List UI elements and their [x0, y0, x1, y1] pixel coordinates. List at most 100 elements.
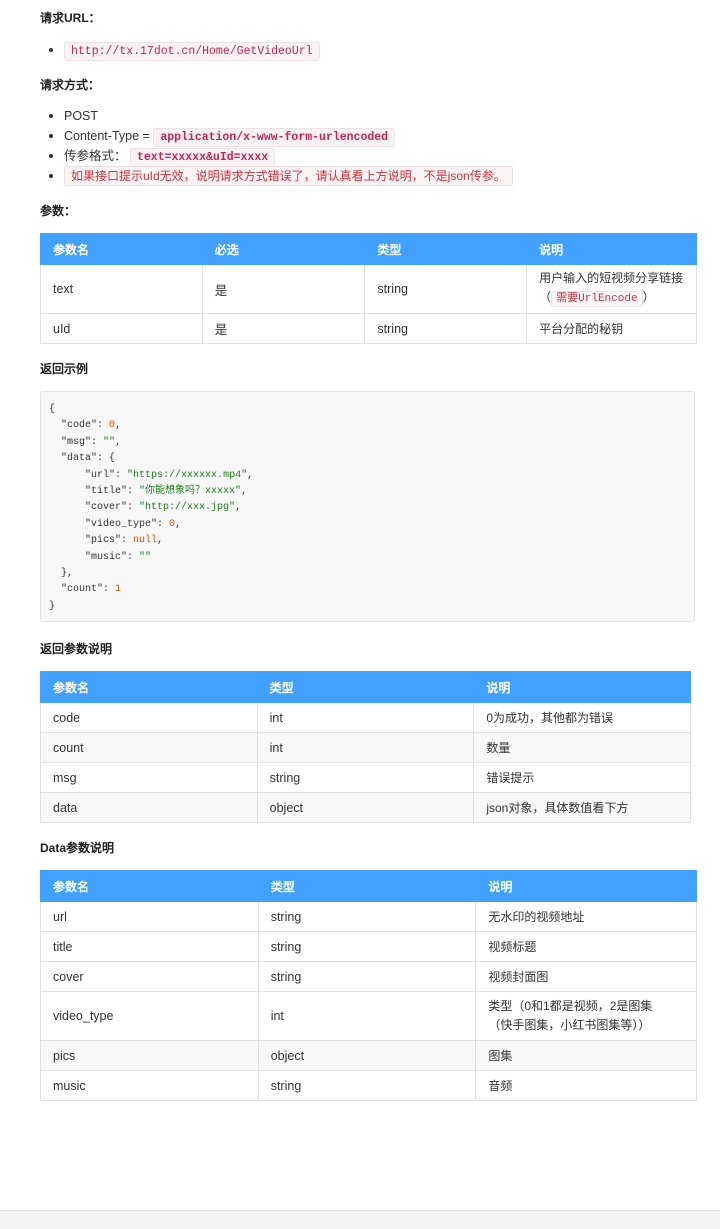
json-key: "url" [85, 469, 116, 481]
format-label: 传参格式： [64, 149, 127, 163]
data-desc: 音频 [475, 1070, 697, 1101]
data-params-heading: Data参数说明 [40, 841, 115, 855]
data-type: string [257, 901, 477, 932]
return-col-desc: 说明 [473, 671, 691, 703]
request-method-list: POST Content-Type = application/x-www-fo… [40, 106, 513, 186]
return-type: int [256, 702, 475, 733]
param-name: text [40, 264, 203, 314]
param-required: 是 [201, 264, 366, 314]
json-key: "pics" [85, 535, 122, 547]
return-params-heading: 返回参数说明 [40, 642, 113, 656]
data-col-type: 类型 [257, 870, 477, 902]
json-value: 0 [109, 420, 116, 432]
data-name: video_type [40, 991, 259, 1041]
return-name: count [40, 732, 258, 763]
table-row: text 是 string 用户输入的短视频分享链接 （需要UrlEncode） [40, 264, 697, 314]
json-value: null [133, 535, 158, 547]
table-row: data object json对象，具体数值看下方 [40, 792, 691, 823]
data-name: url [40, 901, 259, 932]
data-desc: 无水印的视频地址 [475, 901, 697, 932]
data-type: string [257, 1070, 477, 1101]
return-header-row: 参数名 类型 说明 [40, 671, 691, 703]
return-desc: 数量 [473, 732, 691, 763]
param-desc: 用户输入的短视频分享链接 （需要UrlEncode） [526, 264, 697, 314]
data-name: music [40, 1070, 259, 1101]
params-col-type: 类型 [364, 233, 528, 265]
param-desc: 平台分配的秘钥 [526, 313, 697, 344]
content-type-label: Content-Type = [64, 129, 150, 143]
return-desc: json对象，具体数值看下方 [473, 792, 691, 823]
json-value: "" [103, 436, 116, 448]
data-desc-line2: （快手图集，小红书图集等）） [488, 1018, 651, 1032]
json-brace: }, [61, 568, 74, 580]
warning-item: 如果接口提示uId无效，说明请求方式错误了，请认真看上方说明，不是json传参。 [40, 166, 513, 186]
json-value: "https://xxxxxx.mp4" [127, 469, 248, 481]
data-desc: 类型（0和1都是视频，2是图集 （快手图集，小红书图集等）） [475, 991, 697, 1041]
data-type: string [257, 961, 477, 992]
format-value: text=xxxxx&uId=xxxx [130, 148, 276, 167]
table-row: count int 数量 [40, 732, 691, 763]
json-key: "data" [61, 453, 98, 465]
json-key: "code" [61, 420, 98, 432]
json-key: "count" [61, 584, 104, 596]
json-key: "cover" [85, 502, 128, 514]
table-row: msg string 错误提示 [40, 762, 691, 793]
data-header-row: 参数名 类型 说明 [40, 870, 697, 902]
return-type: int [256, 732, 475, 763]
request-url-list: http://tx.17dot.cn/Home/GetVideoUrl [40, 40, 320, 61]
param-desc-text: 用户输入的短视频分享链接 [539, 271, 684, 285]
return-desc: 错误提示 [473, 762, 691, 793]
param-desc-code: 需要UrlEncode [551, 291, 643, 307]
return-params-table: 参数名 类型 说明 code int 0为成功，其他都为错误 count int… [40, 671, 691, 823]
json-value: "http://xxx.jpg" [139, 502, 236, 514]
return-example-code: { "code": 0, "msg": "", "data": { "url":… [40, 391, 695, 622]
data-desc-line1: 类型（0和1都是视频，2是图集 [488, 999, 653, 1013]
request-method-heading: 请求方式： [40, 78, 101, 92]
table-row: pics object 图集 [40, 1040, 697, 1071]
param-type: string [364, 264, 528, 314]
table-row: video_type int 类型（0和1都是视频，2是图集 （快手图集，小红书… [40, 991, 697, 1041]
params-table: 参数名 必选 类型 说明 text 是 string 用户输入的短视频分享链接 … [40, 233, 697, 344]
params-heading: 参数： [40, 204, 77, 218]
json-key: "music" [85, 551, 128, 563]
data-type: int [257, 991, 477, 1041]
json-key: "title" [85, 486, 128, 498]
table-row: code int 0为成功，其他都为错误 [40, 702, 691, 733]
json-value: 0 [169, 518, 176, 530]
data-name: pics [40, 1040, 259, 1071]
json-key: "video_type" [85, 518, 158, 530]
data-name: cover [40, 961, 259, 992]
data-desc: 图集 [475, 1040, 697, 1071]
params-col-desc: 说明 [526, 233, 697, 265]
request-url-heading: 请求URL： [40, 11, 101, 25]
format-item: 传参格式： text=xxxxx&uId=xxxx [40, 146, 513, 167]
table-row: url string 无水印的视频地址 [40, 901, 697, 932]
data-col-desc: 说明 [475, 870, 697, 902]
json-open: { [49, 404, 56, 415]
content-type-item: Content-Type = application/x-www-form-ur… [40, 126, 513, 147]
param-name: uId [40, 313, 203, 344]
return-name: code [40, 702, 258, 733]
return-name: data [40, 792, 258, 823]
data-params-table: 参数名 类型 说明 url string 无水印的视频地址 title stri… [40, 870, 697, 1101]
param-required: 是 [201, 313, 366, 344]
return-desc: 0为成功，其他都为错误 [473, 702, 691, 733]
table-row: music string 音频 [40, 1070, 697, 1101]
params-col-name: 参数名 [40, 233, 203, 265]
params-col-required: 必选 [201, 233, 366, 265]
table-row: uId 是 string 平台分配的秘钥 [40, 313, 697, 344]
return-name: msg [40, 762, 258, 793]
warning-note: 如果接口提示uId无效，说明请求方式错误了，请认真看上方说明，不是json传参。 [64, 166, 513, 186]
data-type: string [257, 931, 477, 962]
data-desc: 视频封面图 [475, 961, 697, 992]
json-close: } [49, 600, 56, 612]
method-post-item: POST [40, 106, 513, 126]
param-type: string [364, 313, 528, 344]
return-type: string [256, 762, 475, 793]
request-url-code[interactable]: http://tx.17dot.cn/Home/GetVideoUrl [64, 42, 320, 61]
content-type-value: application/x-www-form-urlencoded [153, 128, 396, 147]
params-header-row: 参数名 必选 类型 说明 [40, 233, 697, 265]
data-type: object [257, 1040, 477, 1071]
param-desc-close: ） [642, 290, 655, 304]
table-row: title string 视频标题 [40, 931, 697, 962]
